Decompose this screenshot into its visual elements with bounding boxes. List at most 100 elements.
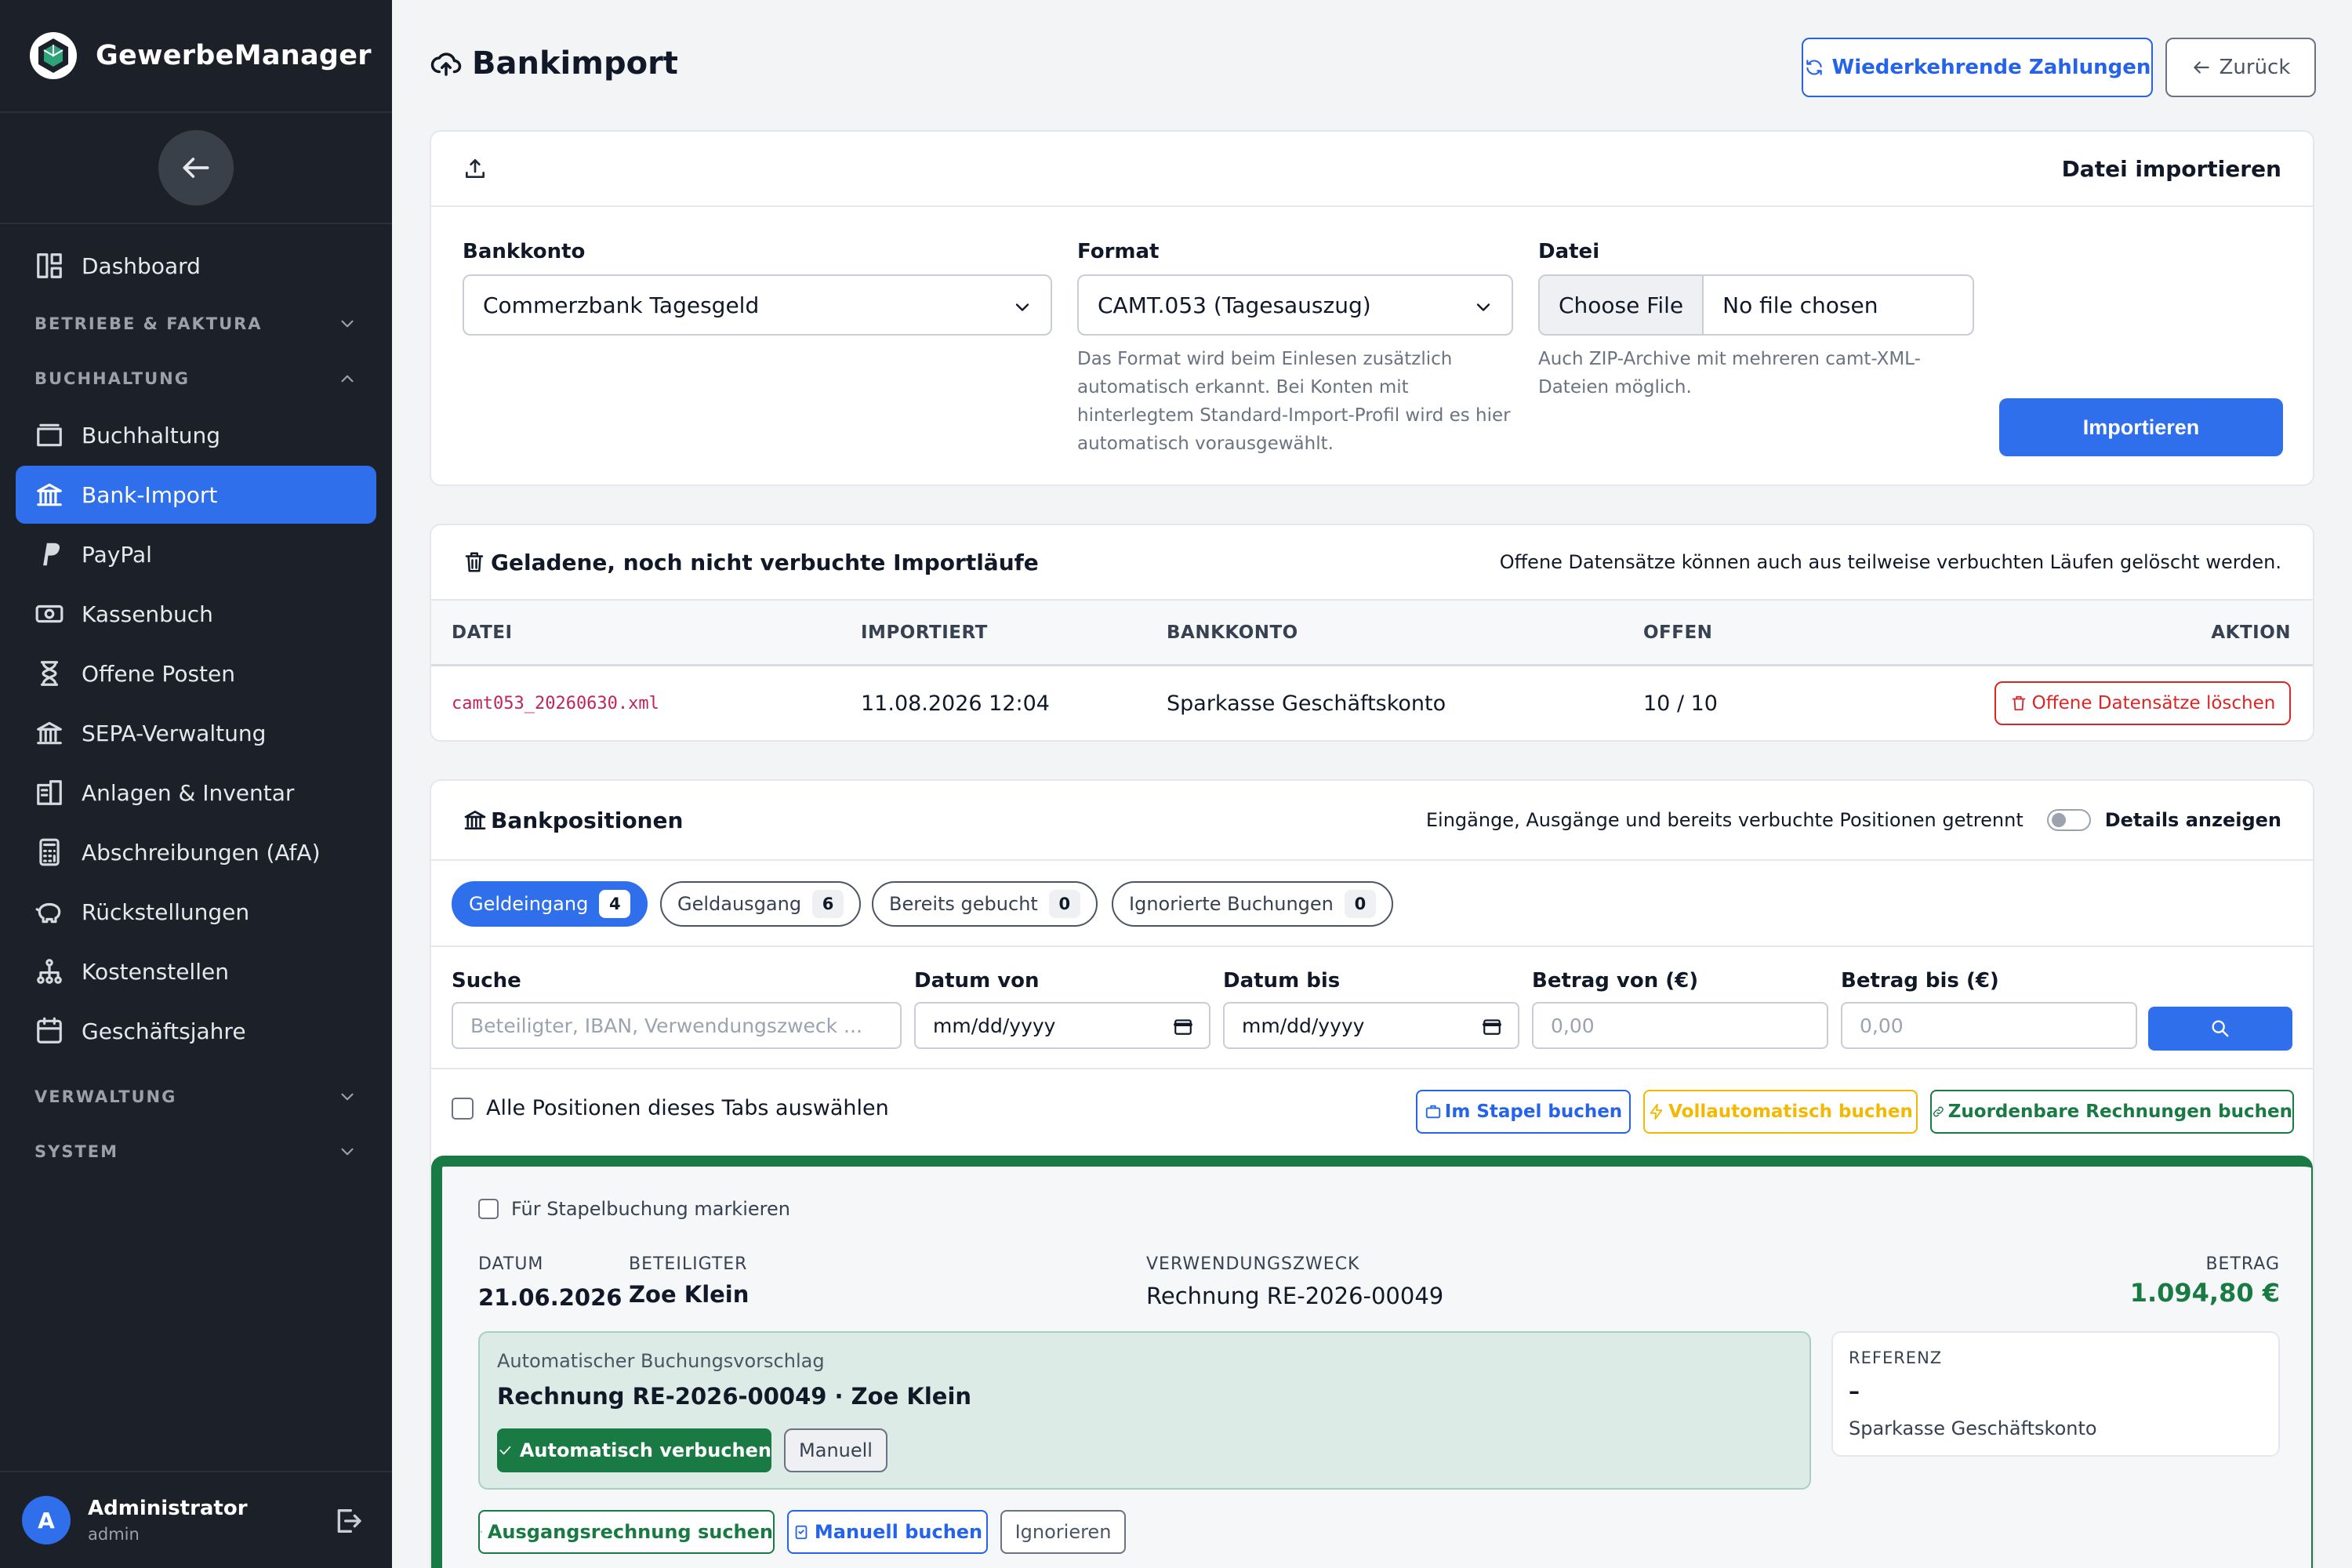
bank-icon <box>464 811 486 829</box>
folder-icon <box>37 423 62 447</box>
bank-account-label: Bankkonto <box>463 240 586 263</box>
trash-icon <box>465 552 484 572</box>
collapse-sidebar-button[interactable] <box>158 130 234 205</box>
booking-suggestion: Automatischer Buchungsvorschlag Rechnung… <box>478 1331 1811 1490</box>
app-name: GewerbeManager <box>96 40 372 71</box>
user-panel: A Administrator admin <box>0 1471 392 1568</box>
tab-geldausgang[interactable]: Geldausgang 6 <box>660 881 862 927</box>
file-input[interactable]: Choose File No file chosen <box>1538 274 1974 336</box>
tab-count: 6 <box>812 890 844 918</box>
logout-icon[interactable] <box>332 1505 364 1537</box>
run-imported: 11.08.2026 12:04 <box>861 691 1050 716</box>
paypal-icon <box>43 543 60 566</box>
page-header: Bankimport Wiederkehrende Zahlungen Zurü… <box>430 38 2316 97</box>
ignore-button[interactable]: Ignorieren <box>1000 1510 1126 1554</box>
manual-suggestion-button[interactable]: Manuell <box>784 1428 887 1472</box>
section-system[interactable]: SYSTEM <box>16 1124 376 1179</box>
sidebar-item-buchhaltung[interactable]: Buchhaltung <box>16 406 376 464</box>
calendar-icon <box>37 1017 62 1044</box>
calendar-icon[interactable] <box>1173 1016 1193 1036</box>
mark-for-batch[interactable]: Für Stapelbuchung markieren <box>478 1198 790 1220</box>
sidebar-item-offene-posten[interactable]: Offene Posten <box>16 644 376 702</box>
section-verwaltung[interactable]: VERWALTUNG <box>16 1069 376 1124</box>
file-label: Datei <box>1538 240 1600 263</box>
delete-open-records-button[interactable]: Offene Datensätze löschen <box>1994 681 2291 725</box>
reference-box: REFERENZ – Sparkasse Geschäftskonto <box>1831 1331 2280 1457</box>
batch-book-button[interactable]: Im Stapel buchen <box>1416 1090 1631 1134</box>
refresh-icon <box>1806 60 1822 75</box>
brand[interactable]: GewerbeManager <box>0 0 392 113</box>
mark-checkbox[interactable] <box>478 1199 499 1219</box>
cloud-upload-icon <box>430 53 462 76</box>
calculator-icon <box>39 838 60 866</box>
tab-geldeingang[interactable]: Geldeingang 4 <box>452 881 648 927</box>
assignable-invoices-button[interactable]: Zuordenbare Rechnungen buchen <box>1930 1090 2294 1134</box>
runs-title: Geladene, noch nicht verbuchte Importläu… <box>491 549 1039 575</box>
sidebar-item-bank-import[interactable]: Bank-Import <box>16 466 376 524</box>
sidebar-item-afa[interactable]: Abschreibungen (AfA) <box>16 823 376 881</box>
manual-book-button[interactable]: Manuell buchen <box>787 1510 988 1554</box>
format-label: Format <box>1077 240 1160 263</box>
entry-date: 21.06.2026 <box>478 1284 622 1311</box>
sidebar-item-kostenstellen[interactable]: Kostenstellen <box>16 942 376 1000</box>
chevron-up-icon <box>341 375 354 383</box>
recurring-payments-button[interactable]: Wiederkehrende Zahlungen <box>1802 38 2153 97</box>
upload-icon <box>466 159 485 178</box>
search-button[interactable] <box>2148 1007 2292 1051</box>
tab-ignorierte-buchungen[interactable]: Ignorierte Buchungen 0 <box>1112 881 1393 927</box>
import-button[interactable]: Importieren <box>1999 398 2283 456</box>
avatar[interactable]: A <box>22 1496 71 1544</box>
runs-note: Offene Datensätze können auch aus teilwe… <box>1499 551 2281 573</box>
back-button[interactable]: Zurück <box>2165 38 2316 97</box>
details-toggle[interactable] <box>2046 809 2091 831</box>
format-select[interactable]: CAMT.053 (Tagesauszug) <box>1077 274 1513 336</box>
sidebar-item-label: Dashboard <box>82 252 201 279</box>
sidebar-item-anlagen[interactable]: Anlagen & Inventar <box>16 764 376 822</box>
page-title: Bankimport <box>430 45 678 82</box>
chevron-down-icon <box>341 320 354 328</box>
user-name: Administrator <box>88 1497 248 1520</box>
run-file[interactable]: camt053_20260630.xml <box>452 694 659 713</box>
sidebar-nav: Dashboard BETRIEBE & FAKTURA BUCHHALTUNG… <box>0 224 392 1179</box>
date-from-input[interactable]: mm/dd/yyyy <box>914 1002 1210 1049</box>
format-help: Das Format wird beim Einlesen zusätzlich… <box>1077 349 1511 454</box>
sidebar-item-sepa[interactable]: SEPA-Verwaltung <box>16 704 376 762</box>
choose-file-button[interactable]: Choose File <box>1540 276 1704 334</box>
tab-bereits-gebucht[interactable]: Bereits gebucht 0 <box>872 881 1098 927</box>
import-runs-card: Geladene, noch nicht verbuchte Importläu… <box>430 524 2314 742</box>
search-outgoing-invoice-button[interactable]: Ausgangsrechnung suchen <box>478 1510 775 1554</box>
search-input[interactable]: Beteiligter, IBAN, Verwendungszweck ... <box>452 1002 902 1049</box>
clipboard-check-icon <box>795 1525 808 1540</box>
section-buchhaltung[interactable]: BUCHHALTUNG <box>16 351 376 406</box>
hierarchy-icon <box>37 959 62 984</box>
details-label: Details anzeigen <box>2104 809 2281 831</box>
trash-icon <box>2012 695 2025 711</box>
fully-automatic-button[interactable]: Vollautomatisch buchen <box>1643 1090 1918 1134</box>
sidebar-item-rueckstellungen[interactable]: Rückstellungen <box>16 883 376 941</box>
file-help: Auch ZIP-Archive mit mehreren camt-XML- … <box>1538 349 1921 397</box>
chevron-down-icon <box>1015 303 1029 311</box>
sidebar-item-geschaeftsjahre[interactable]: Geschäftsjahre <box>16 1002 376 1060</box>
main-content: Bankimport Wiederkehrende Zahlungen Zurü… <box>392 0 2352 1568</box>
tab-count: 0 <box>1344 890 1376 918</box>
bank-account-select[interactable]: Commerzbank Tagesgeld <box>463 274 1052 336</box>
chevron-down-icon <box>1476 303 1490 311</box>
bank-position-entry: Für Stapelbuchung markieren DATUM 21.06.… <box>431 1156 2313 1568</box>
date-to-input[interactable]: mm/dd/yyyy <box>1223 1002 1519 1049</box>
amount-from-input[interactable]: 0,00 <box>1532 1002 1828 1049</box>
section-betriebe-faktura[interactable]: BETRIEBE & FAKTURA <box>16 296 376 351</box>
select-all-checkbox[interactable] <box>452 1097 474 1120</box>
tab-count: 4 <box>599 890 631 918</box>
sidebar: GewerbeManager Dashboard BETRIEBE & FAKT… <box>0 0 392 1568</box>
amount-to-input[interactable]: 0,00 <box>1841 1002 2137 1049</box>
sidebar-item-kassenbuch[interactable]: Kassenbuch <box>16 585 376 643</box>
calendar-icon[interactable] <box>1482 1016 1502 1036</box>
sidebar-item-dashboard[interactable]: Dashboard <box>16 237 376 295</box>
table-row: camt053_20260630.xml 11.08.2026 12:04 Sp… <box>431 666 2313 740</box>
sidebar-item-paypal[interactable]: PayPal <box>16 525 376 583</box>
lightning-icon <box>1650 1103 1663 1120</box>
auto-book-button[interactable]: Automatisch verbuchen <box>497 1428 771 1472</box>
select-all[interactable]: Alle Positionen dieses Tabs auswählen <box>452 1096 889 1120</box>
suggestion-text: Rechnung RE-2026-00049 · Zoe Klein <box>497 1383 972 1410</box>
chevron-down-icon <box>341 1148 354 1156</box>
